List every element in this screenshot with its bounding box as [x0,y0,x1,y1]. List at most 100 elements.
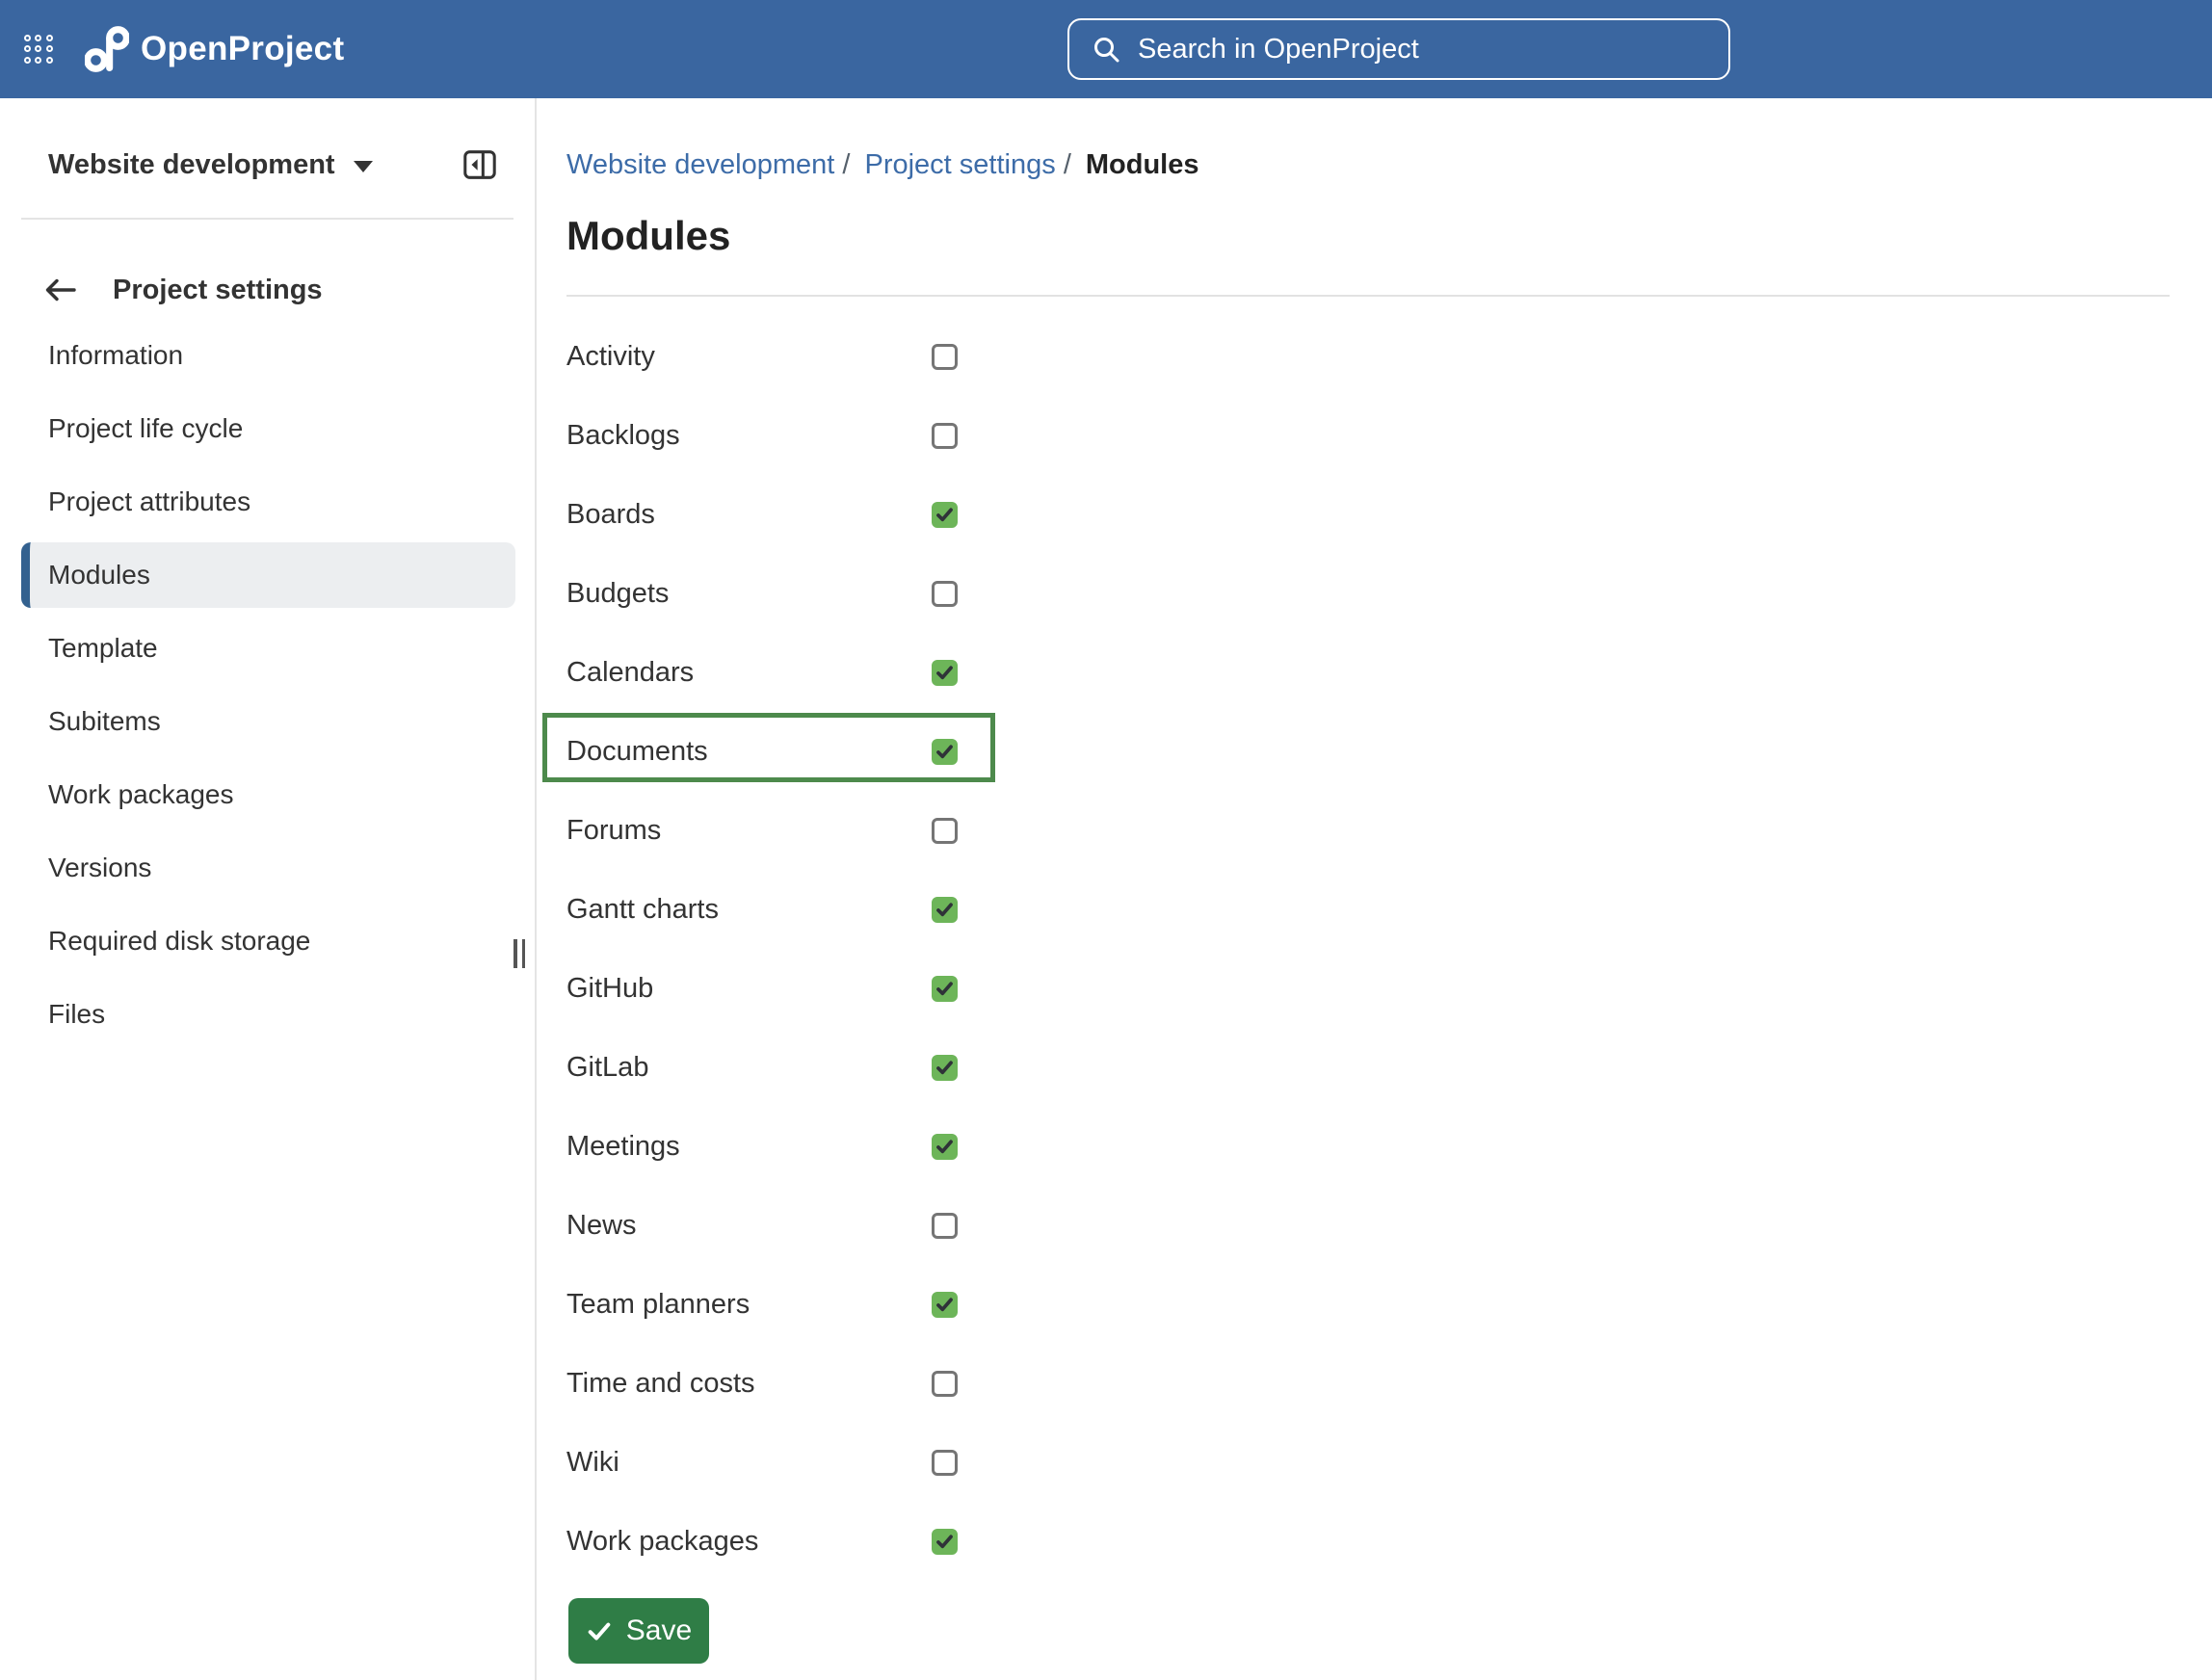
title-divider [566,295,2170,297]
breadcrumb-link[interactable]: Project settings [864,149,1055,180]
sidebar-item-information[interactable]: Information [21,319,515,392]
module-checkbox[interactable] [932,976,958,1002]
module-label: Documents [566,736,932,768]
search-icon [1091,34,1121,65]
module-checkbox[interactable] [932,344,958,370]
grid-menu-icon[interactable] [24,35,53,64]
app-header: OpenProject Search in OpenProject [0,0,2212,98]
module-checkbox[interactable] [932,739,958,765]
module-label: Time and costs [566,1368,932,1400]
module-row-calendars: Calendars [566,633,1540,712]
project-selector[interactable]: Website development [48,149,373,181]
module-row-documents: Documents [566,712,1540,791]
chevron-down-icon [354,161,373,172]
module-label: Meetings [566,1131,932,1163]
sidebar-item-label: Modules [48,560,150,591]
sidebar-item-label: Required disk storage [48,926,310,957]
module-label: Boards [566,499,932,531]
project-settings-title: Project settings [113,275,323,306]
sidebar-item-label: Subitems [48,706,161,737]
module-checkbox[interactable] [932,423,958,449]
module-label: News [566,1210,932,1242]
global-search-input[interactable]: Search in OpenProject [1067,18,1730,80]
sidebar-item-template[interactable]: Template [21,612,515,685]
breadcrumb-link: Modules [1086,149,1199,180]
sidebar-item-files[interactable]: Files [21,978,515,1051]
logo-text: OpenProject [141,30,344,68]
module-row-meetings: Meetings [566,1107,1540,1186]
openproject-logo-mark [85,24,129,74]
module-checkbox[interactable] [932,1213,958,1239]
module-label: Calendars [566,657,932,689]
sidebar-item-work-packages[interactable]: Work packages [21,758,515,831]
module-row-time-and-costs: Time and costs [566,1344,1540,1423]
breadcrumb: Website development / Project settings /… [566,148,1199,181]
module-checkbox[interactable] [932,1371,958,1397]
project-name: Website development [48,149,335,181]
sidebar-item-label: Work packages [48,779,233,810]
settings-menu: Information Project life cycle Project a… [0,319,535,1051]
module-checkbox[interactable] [932,1450,958,1476]
breadcrumb-link[interactable]: Website development [566,149,834,180]
module-checkbox[interactable] [932,1292,958,1318]
search-placeholder: Search in OpenProject [1138,34,1419,66]
module-checkbox[interactable] [932,581,958,607]
sidebar-item-label: Information [48,340,183,371]
module-label: Team planners [566,1289,932,1321]
collapse-panel-icon [461,146,498,183]
sidebar-item-project-life-cycle[interactable]: Project life cycle [21,392,515,465]
breadcrumb-segment: Website development / [566,148,850,181]
save-button-label: Save [626,1614,692,1647]
sidebar-item-modules[interactable]: Modules [21,542,515,608]
module-row-budgets: Budgets [566,554,1540,633]
module-checkbox[interactable] [932,818,958,844]
module-row-gitlab: GitLab [566,1028,1540,1107]
project-selector-row: Website development [0,135,535,195]
module-row-news: News [566,1186,1540,1265]
breadcrumb-segment: Project settings / [864,148,1070,181]
module-checkbox[interactable] [932,897,958,923]
module-label: Budgets [566,578,932,610]
page-title: Modules [566,212,730,260]
sidebar-item-project-attributes[interactable]: Project attributes [21,465,515,538]
breadcrumb-separator: / [1064,149,1071,180]
module-checkbox[interactable] [932,1134,958,1160]
sidebar-item-label: Versions [48,853,151,883]
module-row-work-packages: Work packages [566,1502,1540,1581]
module-checkbox[interactable] [932,1529,958,1555]
openproject-logo[interactable]: OpenProject [85,24,344,74]
sidebar-item-required-disk-storage[interactable]: Required disk storage [21,905,515,978]
module-checkbox[interactable] [932,502,958,528]
sidebar-divider [21,218,514,220]
sidebar-item-label: Files [48,999,105,1030]
sidebar-item-label: Project attributes [48,486,250,517]
sidebar-item-subitems[interactable]: Subitems [21,685,515,758]
module-label: GitHub [566,973,932,1005]
module-label: Forums [566,815,932,847]
check-icon [586,1617,613,1644]
project-settings-header: Project settings [0,262,535,318]
main-content: Website development / Project settings /… [539,98,2212,1680]
module-row-gantt-charts: Gantt charts [566,870,1540,949]
breadcrumb-separator: / [842,149,850,180]
save-button[interactable]: Save [568,1598,709,1664]
module-row-forums: Forums [566,791,1540,870]
module-row-backlogs: Backlogs [566,396,1540,475]
sidebar-collapse-button[interactable] [461,146,498,183]
breadcrumb-segment: Modules [1086,148,1199,181]
sidebar-item-label: Template [48,633,158,664]
module-label: Backlogs [566,420,932,452]
sidebar-item-label: Project life cycle [48,413,243,444]
module-label: Gantt charts [566,894,932,926]
sidebar-resize-handle[interactable] [514,939,525,968]
module-label: Wiki [566,1447,932,1479]
back-arrow-icon[interactable] [42,276,77,304]
module-row-team-planners: Team planners [566,1265,1540,1344]
app-window: OpenProject Search in OpenProject Websit… [0,0,2212,1680]
module-label: Activity [566,341,932,373]
module-row-wiki: Wiki [566,1423,1540,1502]
sidebar-item-versions[interactable]: Versions [21,831,515,905]
module-checkbox[interactable] [932,660,958,686]
module-list: Activity Backlogs Boards Budgets [566,317,1540,1581]
module-checkbox[interactable] [932,1055,958,1081]
